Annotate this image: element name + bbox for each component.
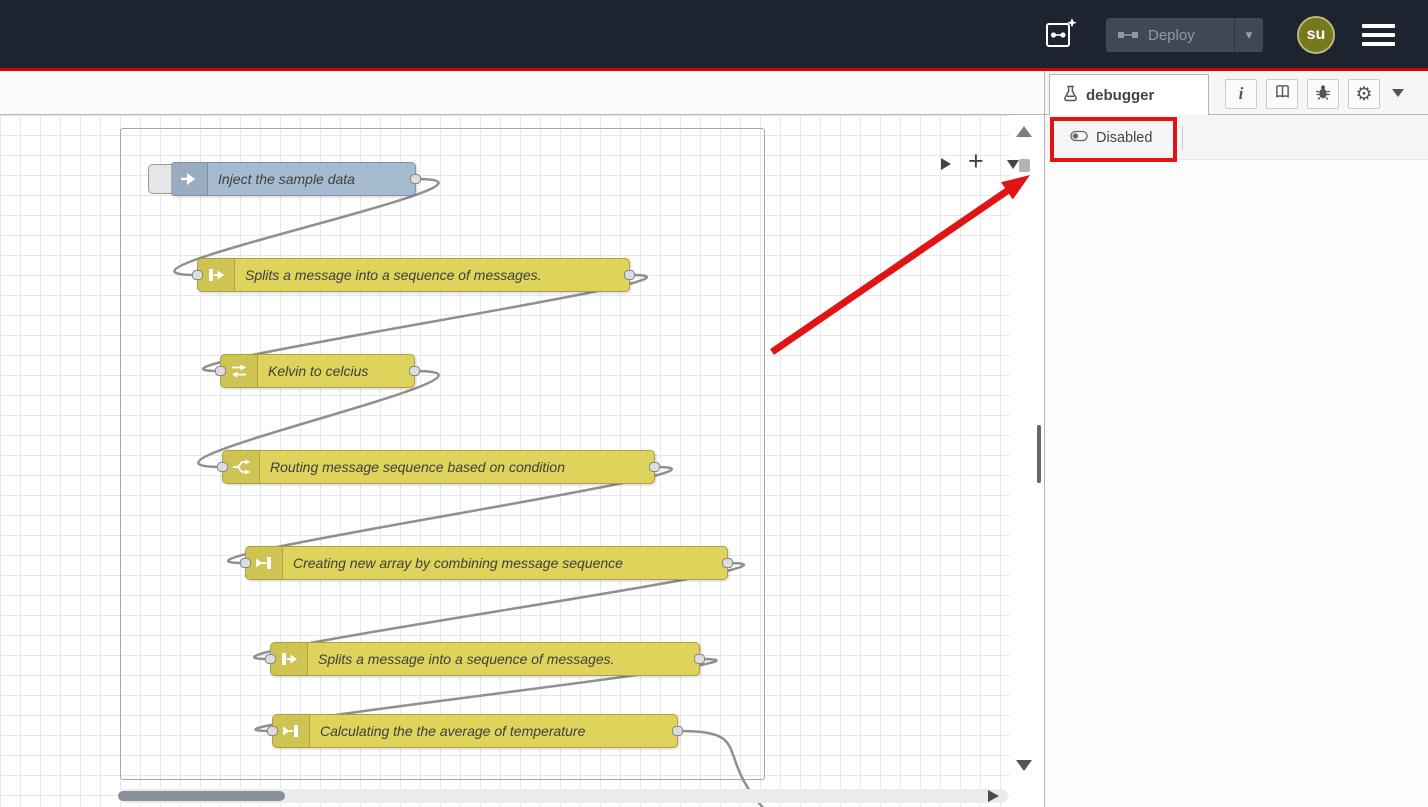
node-input-port[interactable] — [215, 366, 226, 376]
split-icon — [198, 259, 235, 291]
deploy-button[interactable]: Deploy ▾ — [1106, 18, 1263, 52]
flow-canvas[interactable]: Inject the sample data Splits a message i… — [0, 115, 1044, 807]
user-avatar[interactable]: su — [1297, 16, 1335, 54]
disabled-label: Disabled — [1096, 130, 1152, 146]
deploy-icon — [1117, 29, 1139, 41]
debug-button[interactable] — [1307, 79, 1339, 109]
node-input-port[interactable] — [240, 558, 251, 568]
flow-node-avg-1[interactable]: Calculating the the average of temperatu… — [272, 714, 678, 748]
docs-button[interactable] — [1266, 79, 1298, 109]
inject-trigger-button[interactable] — [148, 164, 171, 194]
edge-scrollbar-thumb[interactable] — [1037, 425, 1041, 483]
tab-debugger-label: debugger — [1086, 87, 1154, 104]
bug-icon — [1315, 84, 1331, 105]
node-label: Calculating the the average of temperatu… — [320, 715, 585, 747]
flow-node-split-1[interactable]: Splits a message into a sequence of mess… — [197, 258, 630, 292]
flow-list-icon[interactable] — [1007, 160, 1019, 169]
flow-node-inject[interactable]: Inject the sample data — [170, 162, 416, 196]
header-red-line — [0, 68, 1428, 71]
node-output-port[interactable] — [409, 366, 420, 376]
flow-ai-icon-glyph — [1043, 16, 1079, 52]
app-header: Deploy ▾ su — [0, 0, 1428, 68]
scroll-right-icon[interactable] — [988, 790, 999, 802]
horizontal-scrollbar[interactable] — [118, 789, 1008, 803]
node-input-port[interactable] — [267, 726, 278, 736]
menu-icon[interactable] — [1362, 24, 1395, 46]
sidebar-tabbar: debugger i ⚙ — [1045, 71, 1428, 115]
node-output-port[interactable] — [672, 726, 683, 736]
node-input-port[interactable] — [217, 462, 228, 472]
sidebar: debugger i ⚙ Disabled — [1044, 71, 1428, 807]
node-input-port[interactable] — [192, 270, 203, 280]
horizontal-scrollbar-thumb[interactable] — [118, 791, 285, 801]
node-label: Kelvin to celcius — [268, 355, 368, 387]
flow-node-join-1[interactable]: Creating new array by combining message … — [245, 546, 728, 580]
flow-node-switch-1[interactable]: Routing message sequence based on condit… — [222, 450, 655, 484]
gear-icon: ⚙ — [1355, 83, 1372, 106]
info-button[interactable]: i — [1225, 79, 1257, 109]
workspace-tabbar: + — [0, 71, 1044, 115]
flask-icon — [1063, 84, 1078, 106]
tab-debugger[interactable]: debugger — [1049, 74, 1209, 115]
sidebar-caret-icon[interactable] — [1392, 89, 1404, 97]
flow-ai-icon[interactable] — [1043, 16, 1079, 52]
settings-button[interactable]: ⚙ — [1348, 79, 1380, 109]
docs-icon — [1274, 84, 1291, 104]
info-icon: i — [1239, 84, 1244, 104]
join-icon — [273, 715, 310, 747]
node-output-port[interactable] — [722, 558, 733, 568]
node-input-port[interactable] — [265, 654, 276, 664]
sidebar-toolbar: Disabled — [1045, 115, 1428, 160]
node-output-port[interactable] — [410, 174, 421, 184]
inject-icon — [171, 163, 208, 195]
vertical-scrollbar-thumb[interactable] — [1019, 159, 1030, 172]
split-icon — [271, 643, 308, 675]
node-label: Routing message sequence based on condit… — [270, 451, 565, 483]
scroll-down-icon[interactable] — [1016, 760, 1032, 771]
node-output-port[interactable] — [624, 270, 635, 280]
deploy-caret-icon[interactable]: ▾ — [1235, 27, 1263, 43]
deploy-label: Deploy — [1148, 27, 1234, 44]
flow-node-change-1[interactable]: Kelvin to celcius — [220, 354, 415, 388]
node-label: Inject the sample data — [218, 163, 355, 195]
node-output-port[interactable] — [649, 462, 660, 472]
toolbar-separator — [1182, 126, 1183, 150]
add-flow-icon[interactable]: + — [968, 146, 984, 177]
disabled-toggle-button[interactable]: Disabled — [1062, 124, 1160, 152]
scroll-up-icon[interactable] — [1016, 126, 1032, 137]
tab-scroll-right-icon[interactable] — [941, 158, 951, 170]
flow-node-split-2[interactable]: Splits a message into a sequence of mess… — [270, 642, 700, 676]
toggle-off-icon — [1070, 130, 1088, 146]
switch-icon — [223, 451, 260, 483]
node-label: Creating new array by combining message … — [293, 547, 623, 579]
node-label: Splits a message into a sequence of mess… — [318, 643, 615, 675]
change-icon — [221, 355, 258, 387]
node-output-port[interactable] — [694, 654, 705, 664]
join-icon — [246, 547, 283, 579]
node-label: Splits a message into a sequence of mess… — [245, 259, 542, 291]
